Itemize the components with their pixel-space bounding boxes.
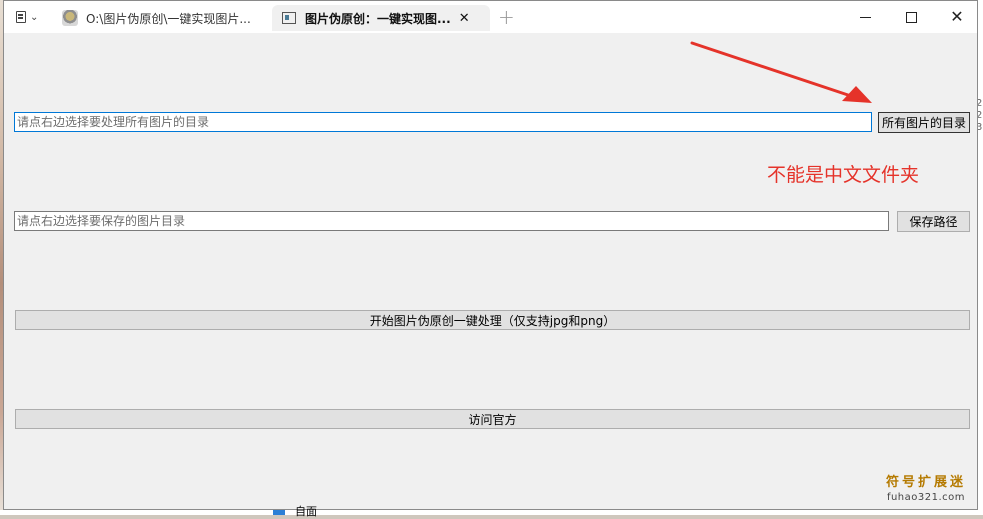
close-icon: ✕: [950, 7, 964, 26]
background-list-item: 自面: [273, 505, 353, 518]
save-directory-input[interactable]: [14, 211, 889, 231]
tab-actions-menu[interactable]: ⌄: [16, 9, 46, 25]
start-processing-button[interactable]: 开始图片伪原创一键处理（仅支持jpg和png）: [15, 310, 970, 330]
tab-file-path[interactable]: O:\图片伪原创\一键实现图片...: [59, 5, 264, 31]
chinese-folder-warning: 不能是中文文件夹: [767, 164, 920, 186]
tab-active-app[interactable]: 图片伪原创：一键实现图... ✕: [272, 5, 490, 31]
tab-label: O:\图片伪原创\一键实现图片...: [86, 11, 251, 26]
document-icon: [16, 11, 26, 23]
select-source-directory-button[interactable]: 所有图片的目录: [878, 112, 970, 133]
close-tab-icon[interactable]: ✕: [459, 11, 470, 26]
visit-official-site-button[interactable]: 访问官方: [15, 409, 970, 429]
red-arrow-annotation: [690, 41, 872, 103]
app-favicon-icon: [62, 10, 78, 26]
minimize-icon: [859, 16, 871, 18]
chevron-down-icon: ⌄: [30, 11, 39, 23]
background-edge-bottom: [0, 510, 983, 515]
watermark-title: 符号扩展迷: [885, 475, 966, 490]
maximize-button[interactable]: [888, 1, 934, 33]
close-window-button[interactable]: ✕: [934, 1, 980, 33]
select-save-path-button[interactable]: 保存路径: [897, 211, 970, 232]
title-bar: ⌄ O:\图片伪原创\一键实现图片... 图片伪原创：一键实现图... ✕ + …: [4, 1, 977, 33]
app-window: ⌄ O:\图片伪原创\一键实现图片... 图片伪原创：一键实现图... ✕ + …: [3, 0, 978, 510]
app-content: 所有图片的目录 不能是中文文件夹 保存路径 开始图片伪原创一键处理（仅支持jpg…: [4, 33, 977, 509]
window-icon: [282, 12, 296, 24]
tab-label: 图片伪原创：一键实现图...: [305, 11, 451, 26]
checkbox-icon: [273, 510, 285, 515]
minimize-button[interactable]: [842, 1, 888, 33]
background-edge: [978, 0, 983, 515]
maximize-icon: [905, 11, 917, 23]
site-watermark: 符号扩展迷 fuhao321.com: [876, 475, 976, 505]
watermark-url: fuhao321.com: [886, 492, 966, 503]
source-directory-input[interactable]: [14, 112, 872, 132]
new-tab-button[interactable]: +: [498, 5, 515, 29]
